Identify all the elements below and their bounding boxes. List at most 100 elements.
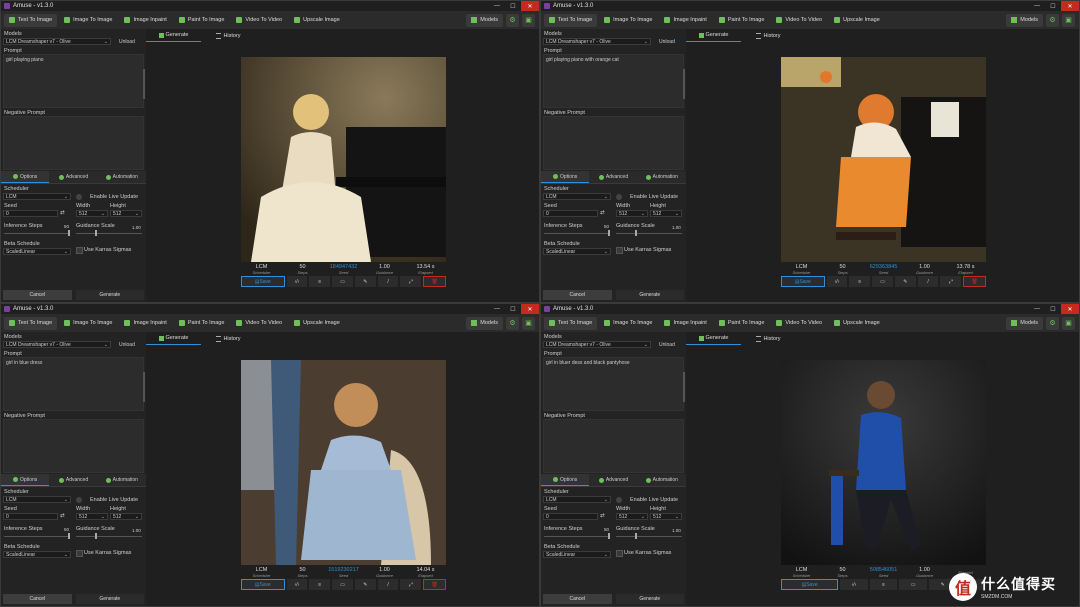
tab-history[interactable]: History: [741, 332, 796, 345]
slider-knob[interactable]: [608, 533, 610, 539]
prompt-input[interactable]: girl in blue dress: [3, 357, 144, 411]
code-button[interactable]: ‹/›: [286, 579, 308, 590]
height-select[interactable]: 512 ⌄: [650, 513, 682, 520]
steps-slider[interactable]: [544, 533, 610, 539]
slider-knob[interactable]: [68, 533, 70, 539]
details-button[interactable]: ≡: [309, 276, 331, 287]
tab-image-to-image[interactable]: Image To Image: [599, 14, 657, 27]
image-button[interactable]: ▭: [899, 579, 927, 590]
width-select[interactable]: 512 ⌄: [616, 210, 648, 217]
tab-advanced[interactable]: Advanced: [589, 474, 637, 486]
random-seed-icon[interactable]: ⇄: [600, 210, 605, 216]
guidance-slider[interactable]: [76, 533, 142, 539]
negative-prompt-input[interactable]: [3, 419, 144, 473]
height-select[interactable]: 512 ⌄: [650, 210, 682, 217]
random-seed-icon[interactable]: ⇄: [600, 513, 605, 519]
tab-history[interactable]: History: [201, 332, 256, 345]
tab-video-to-video[interactable]: Video To Video: [771, 14, 827, 27]
tab-upscale-image[interactable]: Upscale Image: [289, 317, 345, 330]
close-icon[interactable]: ✕: [1061, 304, 1079, 314]
karras-checkbox[interactable]: [616, 247, 623, 254]
cancel-button[interactable]: Cancel: [3, 594, 72, 604]
tab-upscale-image[interactable]: Upscale Image: [289, 14, 345, 27]
steps-slider[interactable]: [544, 230, 610, 236]
delete-button[interactable]: 🗑: [423, 579, 447, 590]
minimize-icon[interactable]: —: [489, 1, 505, 11]
karras-checkbox[interactable]: [76, 550, 83, 557]
live-update-toggle[interactable]: [76, 497, 82, 503]
tab-image-inpaint[interactable]: Image Inpaint: [119, 14, 171, 27]
models-button[interactable]: Models: [1006, 13, 1043, 27]
tab-automation[interactable]: Automation: [638, 171, 686, 183]
scheduler-select[interactable]: LCM ⌄: [543, 193, 611, 200]
tab-text-to-image[interactable]: Text To Image: [544, 13, 598, 27]
minimize-icon[interactable]: —: [1029, 304, 1045, 314]
tab-options[interactable]: Options: [541, 171, 590, 183]
delete-button[interactable]: 🗑: [963, 276, 987, 287]
model-select[interactable]: LCM Dreamshaper v7 - Olive ⌄: [3, 38, 111, 45]
tab-paint-to-image[interactable]: Paint To Image: [714, 14, 770, 27]
steps-slider[interactable]: [4, 230, 70, 236]
expand-button[interactable]: ⤢: [940, 276, 962, 287]
live-update-toggle[interactable]: [76, 194, 82, 200]
tab-paint-to-image[interactable]: Paint To Image: [174, 317, 230, 330]
details-button[interactable]: ≡: [849, 276, 871, 287]
image-button[interactable]: ▭: [872, 276, 893, 287]
karras-checkbox[interactable]: [76, 247, 83, 254]
maximize-icon[interactable]: ☐: [505, 304, 521, 314]
model-select[interactable]: LCM Dreamshaper v7 - Olive ⌄: [543, 341, 651, 348]
brush-button[interactable]: /: [377, 276, 399, 287]
tab-options[interactable]: Options: [541, 474, 590, 486]
tab-image-to-image[interactable]: Image To Image: [59, 14, 117, 27]
maximize-icon[interactable]: ☐: [1045, 1, 1061, 11]
prompt-input[interactable]: girl in bluer dess and black pantyhose: [543, 357, 684, 411]
width-select[interactable]: 512 ⌄: [76, 513, 108, 520]
tab-generate[interactable]: Generate: [146, 29, 201, 42]
save-button[interactable]: ▤ Save: [241, 579, 285, 590]
beta-schedule-select[interactable]: ScaledLinear ⌄: [3, 248, 71, 255]
close-icon[interactable]: ✕: [521, 1, 539, 11]
tab-image-inpaint[interactable]: Image Inpaint: [659, 317, 711, 330]
details-button[interactable]: ≡: [869, 579, 898, 590]
guidance-slider[interactable]: [616, 533, 682, 539]
maximize-icon[interactable]: ☐: [505, 1, 521, 11]
tab-image-inpaint[interactable]: Image Inpaint: [119, 317, 171, 330]
image-button[interactable]: ▭: [332, 276, 353, 287]
prompt-input[interactable]: girl playing piano: [3, 54, 144, 108]
tab-text-to-image[interactable]: Text To Image: [544, 316, 598, 330]
log-button[interactable]: ▣: [522, 316, 535, 330]
width-select[interactable]: 512 ⌄: [616, 513, 648, 520]
generate-button[interactable]: Generate: [615, 290, 684, 300]
seed-input[interactable]: 0: [543, 513, 598, 520]
brush-button[interactable]: /: [917, 276, 939, 287]
prompt-scrollbar[interactable]: [143, 372, 145, 402]
minimize-icon[interactable]: —: [1029, 1, 1045, 11]
models-button[interactable]: Models: [1006, 316, 1043, 330]
slider-knob[interactable]: [635, 230, 637, 236]
beta-schedule-select[interactable]: ScaledLinear ⌄: [543, 248, 611, 255]
tab-history[interactable]: History: [741, 29, 796, 42]
brush-button[interactable]: /: [377, 579, 399, 590]
models-button[interactable]: Models: [466, 316, 503, 330]
tab-advanced[interactable]: Advanced: [49, 474, 97, 486]
tab-generate[interactable]: Generate: [146, 332, 201, 345]
slider-knob[interactable]: [68, 230, 70, 236]
code-button[interactable]: ‹/›: [286, 276, 308, 287]
width-select[interactable]: 512 ⌄: [76, 210, 108, 217]
save-button[interactable]: ▤ Save: [241, 276, 285, 287]
settings-button[interactable]: ⚙: [506, 316, 519, 330]
height-select[interactable]: 512 ⌄: [110, 513, 142, 520]
tab-paint-to-image[interactable]: Paint To Image: [174, 14, 230, 27]
steps-slider[interactable]: [4, 533, 70, 539]
generate-button[interactable]: Generate: [75, 290, 144, 300]
tab-text-to-image[interactable]: Text To Image: [4, 316, 58, 330]
tab-automation[interactable]: Automation: [98, 474, 146, 486]
tab-history[interactable]: History: [201, 29, 256, 42]
delete-button[interactable]: 🗑: [423, 276, 447, 287]
live-update-toggle[interactable]: [616, 497, 622, 503]
save-button[interactable]: ▤ Save: [781, 276, 825, 287]
scheduler-select[interactable]: LCM ⌄: [3, 496, 71, 503]
slider-knob[interactable]: [635, 533, 637, 539]
minimize-icon[interactable]: —: [489, 304, 505, 314]
save-button[interactable]: ▤ Save: [781, 579, 839, 590]
